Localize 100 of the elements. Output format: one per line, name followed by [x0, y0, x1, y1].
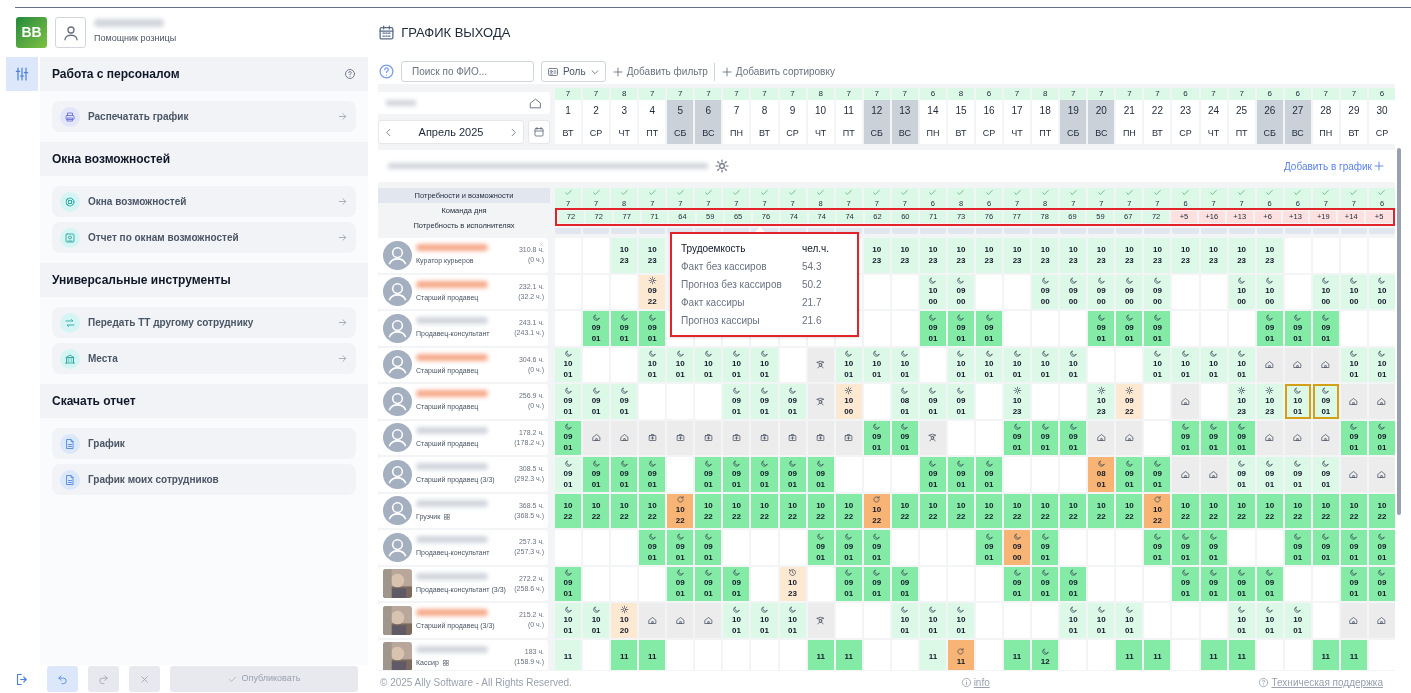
- shift-cell[interactable]: 09 01: [1200, 420, 1227, 455]
- shift-cell[interactable]: 09 01: [919, 384, 946, 419]
- shift-cell[interactable]: 09 22: [1116, 384, 1143, 419]
- shift-cell[interactable]: 09 01: [1004, 566, 1031, 601]
- shift-cell[interactable]: 10 01: [1228, 603, 1255, 638]
- shift-cell[interactable]: 09 01: [863, 566, 890, 601]
- shift-cell[interactable]: 09 01: [1172, 566, 1199, 601]
- add-filter-button[interactable]: Добавить фильтр: [611, 64, 708, 79]
- shift-cell[interactable]: 09 01: [555, 384, 582, 419]
- shift-cell[interactable]: 11: [1004, 639, 1031, 670]
- shift-cell[interactable]: 10 01: [779, 603, 806, 638]
- shift-cell[interactable]: 10 01: [1256, 603, 1283, 638]
- shift-cell[interactable]: 10 22: [667, 493, 694, 528]
- shift-cell[interactable]: 09 01: [1032, 566, 1059, 601]
- shift-cell[interactable]: 10 00: [1228, 274, 1255, 309]
- shift-cell[interactable]: 10 00: [835, 384, 862, 419]
- shift-cell[interactable]: 10 01: [1144, 347, 1171, 382]
- shift-cell[interactable]: 09 01: [891, 420, 918, 455]
- shift-cell[interactable]: 09 01: [919, 311, 946, 346]
- shift-cell[interactable]: 11: [611, 639, 638, 670]
- shift-cell[interactable]: 10 22: [976, 493, 1003, 528]
- shift-cell[interactable]: 10 22: [835, 493, 862, 528]
- shift-cell[interactable]: 10 23: [1116, 238, 1143, 273]
- shift-cell[interactable]: 10 23: [1172, 238, 1199, 273]
- shift-cell[interactable]: 11: [1228, 639, 1255, 670]
- shift-cell[interactable]: 09 01: [1284, 457, 1311, 492]
- shift-cell[interactable]: 10 22: [891, 493, 918, 528]
- shift-cell[interactable]: 09 00: [1004, 530, 1031, 565]
- shift-cell[interactable]: 10 22: [947, 493, 974, 528]
- shift-cell[interactable]: 10 00: [1368, 274, 1395, 309]
- shift-cell[interactable]: 10 23: [779, 566, 806, 601]
- shift-cell[interactable]: 09 01: [947, 311, 974, 346]
- shift-cell[interactable]: 10 23: [1144, 238, 1171, 273]
- shift-cell[interactable]: 10 22: [611, 493, 638, 528]
- shift-cell[interactable]: 09 01: [807, 530, 834, 565]
- shift-cell[interactable]: 10 01: [1116, 603, 1143, 638]
- shift-cell[interactable]: 09 00: [1116, 274, 1143, 309]
- shift-cell[interactable]: 10 22: [1088, 493, 1115, 528]
- shift-cell[interactable]: 09 01: [1340, 530, 1367, 565]
- shift-cell[interactable]: 09 01: [1340, 566, 1367, 601]
- search-field[interactable]: Поиск по ФИО...: [401, 61, 534, 82]
- shift-cell[interactable]: 10 23: [919, 238, 946, 273]
- shift-cell[interactable]: 10 01: [1284, 603, 1311, 638]
- shift-cell[interactable]: 10 23: [1088, 238, 1115, 273]
- shift-cell[interactable]: 10 23: [891, 238, 918, 273]
- shift-cell[interactable]: 10 01: [639, 347, 666, 382]
- shift-cell[interactable]: 11: [919, 639, 946, 670]
- shift-cell[interactable]: 10 22: [919, 493, 946, 528]
- shift-cell[interactable]: 10 01: [1200, 347, 1227, 382]
- shift-cell[interactable]: 10 01: [1368, 347, 1395, 382]
- shift-cell[interactable]: 09 00: [1144, 274, 1171, 309]
- shift-cell[interactable]: 10 01: [1284, 384, 1311, 419]
- shift-cell[interactable]: 09 01: [695, 566, 722, 601]
- shift-cell[interactable]: 09 00: [1088, 274, 1115, 309]
- shift-cell[interactable]: 09 01: [947, 384, 974, 419]
- shift-cell[interactable]: 10 23: [1032, 238, 1059, 273]
- shift-cell[interactable]: 09 01: [1200, 566, 1227, 601]
- shift-cell[interactable]: 09 01: [1116, 311, 1143, 346]
- shift-cell[interactable]: 10 00: [1256, 274, 1283, 309]
- shift-cell[interactable]: 10 23: [1004, 238, 1031, 273]
- shift-cell[interactable]: 09 00: [1060, 274, 1087, 309]
- shift-cell[interactable]: 10 22: [1368, 493, 1395, 528]
- shift-cell[interactable]: 10 01: [695, 347, 722, 382]
- shift-cell[interactable]: 09 01: [835, 566, 862, 601]
- shift-cell[interactable]: 10 23: [1228, 238, 1255, 273]
- shift-cell[interactable]: 10 23: [1004, 384, 1031, 419]
- menu-item[interactable]: График моих сотрудников: [52, 464, 356, 495]
- shift-cell[interactable]: 09 01: [1368, 566, 1395, 601]
- shift-cell[interactable]: 09 01: [1228, 457, 1255, 492]
- shift-cell[interactable]: 12: [1032, 639, 1059, 670]
- menu-item[interactable]: Передать ТТ другому сотруднику: [52, 307, 356, 338]
- shift-cell[interactable]: 09 01: [863, 420, 890, 455]
- shift-cell[interactable]: 10 00: [1312, 274, 1339, 309]
- shift-cell[interactable]: 09 01: [1144, 311, 1171, 346]
- shift-cell[interactable]: 09 01: [919, 457, 946, 492]
- shift-cell[interactable]: 10 22: [1312, 493, 1339, 528]
- shift-cell[interactable]: 10 22: [1004, 493, 1031, 528]
- menu-item[interactable]: График: [52, 428, 356, 459]
- shift-cell[interactable]: 09 01: [1060, 566, 1087, 601]
- shift-cell[interactable]: 10 23: [611, 238, 638, 273]
- shift-cell[interactable]: 10 22: [583, 493, 610, 528]
- shift-cell[interactable]: 10 00: [1340, 274, 1367, 309]
- shift-cell[interactable]: 09 01: [751, 384, 778, 419]
- shift-cell[interactable]: 10 23: [947, 238, 974, 273]
- shift-cell[interactable]: 10 22: [723, 493, 750, 528]
- shift-cell[interactable]: 09 01: [723, 457, 750, 492]
- shift-cell[interactable]: 11: [555, 639, 582, 670]
- shift-cell[interactable]: 10 22: [751, 493, 778, 528]
- shift-cell[interactable]: 10 01: [751, 603, 778, 638]
- shift-cell[interactable]: 10 01: [1340, 347, 1367, 382]
- shift-cell[interactable]: 11: [1200, 639, 1227, 670]
- shift-cell[interactable]: 09 01: [1312, 530, 1339, 565]
- shift-cell[interactable]: 10 01: [751, 347, 778, 382]
- shift-cell[interactable]: 09 01: [611, 457, 638, 492]
- menu-item[interactable]: Места: [52, 343, 356, 374]
- shift-cell[interactable]: 09 01: [611, 311, 638, 346]
- shift-cell[interactable]: 10 01: [1228, 347, 1255, 382]
- shift-cell[interactable]: 11: [639, 639, 666, 670]
- shift-cell[interactable]: 10 22: [1144, 493, 1171, 528]
- shift-cell[interactable]: 09 01: [976, 311, 1003, 346]
